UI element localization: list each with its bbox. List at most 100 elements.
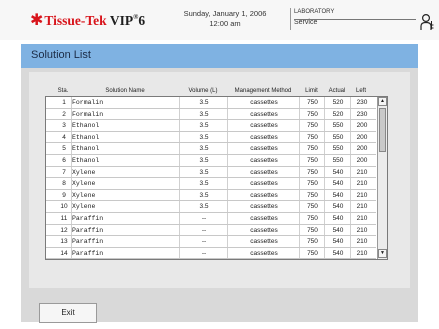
cell-management-method: cassettes — [250, 157, 278, 164]
cell-left: 200 — [356, 157, 368, 164]
cell-station: 1 — [62, 99, 66, 106]
cell-management-method: cassettes — [250, 249, 278, 257]
cell-station: 14 — [60, 249, 68, 257]
arrow-down-icon[interactable]: ▼ — [378, 249, 387, 258]
table-row[interactable]: 4 Ethanol 3.5 cassettes 750 550 200 — [46, 132, 376, 144]
datetime: Sunday, January 1, 2006 12:00 am — [170, 9, 280, 29]
cell-volume: -- — [201, 249, 207, 257]
cell-left: 210 — [356, 203, 368, 211]
cell-limit: 750 — [307, 191, 318, 199]
cell-actual: 550 — [332, 122, 344, 130]
table-row[interactable]: 8 Xylene 3.5 cassettes 750 540 210 — [46, 178, 376, 190]
cell-actual: 550 — [332, 157, 344, 164]
cell-limit: 750 — [307, 203, 318, 211]
cell-volume: -- — [201, 238, 207, 246]
cell-volume: 3.5 — [199, 191, 209, 199]
table-body[interactable]: 1 Formalin 3.5 cassettes 750 520 230 2 Formalin 3… — [45, 96, 388, 260]
location-text: LABORATORY — [294, 9, 335, 15]
table-row[interactable]: 5 Ethanol 3.5 cassettes 750 550 200 — [46, 143, 376, 155]
cell-actual: 540 — [332, 226, 344, 234]
header-underline — [294, 19, 416, 20]
cell-station: 6 — [62, 157, 66, 164]
table-row[interactable]: 14 Paraffin -- cassettes 750 540 210 — [46, 248, 376, 260]
cell-volume: 3.5 — [199, 168, 209, 176]
table-row[interactable]: 3 Ethanol 3.5 cassettes 750 550 200 — [46, 120, 376, 132]
cell-station: 10 — [60, 203, 68, 211]
logo: ✱ Tissue-Tek VIP®6 — [30, 13, 145, 29]
cell-left: 210 — [356, 226, 368, 234]
cell-station: 5 — [62, 145, 66, 153]
cell-left: 210 — [356, 191, 368, 199]
table-row[interactable]: 1 Formalin 3.5 cassettes 750 520 230 — [46, 97, 376, 109]
table-row[interactable]: 12 Paraffin -- cassettes 750 540 210 — [46, 225, 376, 237]
cell-left: 210 — [356, 168, 368, 176]
cell-solution-name: Ethanol — [72, 133, 100, 141]
table-row[interactable]: 6 Ethanol 3.5 cassettes 750 550 200 — [46, 155, 376, 167]
logo-model: VIP — [109, 13, 134, 28]
cell-solution-name: Ethanol — [72, 157, 100, 164]
header-divider — [290, 8, 291, 30]
cell-limit: 750 — [307, 180, 318, 188]
cell-actual: 520 — [332, 110, 344, 118]
cell-left: 200 — [356, 133, 368, 141]
cell-volume: 3.5 — [199, 180, 209, 188]
cell-management-method: cassettes — [250, 110, 278, 118]
table-row[interactable]: 9 Xylene 3.5 cassettes 750 540 210 — [46, 190, 376, 202]
cell-actual: 520 — [332, 99, 344, 106]
cell-volume: 3.5 — [199, 157, 209, 164]
cell-actual: 540 — [332, 168, 344, 176]
header-management-method: Management Method — [234, 88, 292, 94]
cell-left: 210 — [356, 238, 368, 246]
star-icon: ✱ — [30, 12, 44, 29]
scrollbar-thumb[interactable] — [379, 108, 386, 152]
cell-left: 230 — [356, 110, 368, 118]
logo-brand: Tissue-Tek — [44, 13, 107, 28]
cell-volume: 3.5 — [199, 110, 209, 118]
date-text: Sunday, January 1, 2006 — [183, 9, 267, 18]
logo-text: Tissue-Tek VIP®6 — [44, 13, 145, 29]
cell-station: 4 — [62, 133, 66, 141]
cell-management-method: cassettes — [250, 191, 278, 199]
cell-volume: 3.5 — [199, 145, 209, 153]
time-text: 12:00 am — [209, 19, 241, 28]
exit-button[interactable]: Exit — [39, 303, 97, 323]
arrow-up-icon[interactable]: ▲ — [378, 97, 387, 106]
cell-actual: 540 — [332, 215, 344, 222]
cell-management-method: cassettes — [250, 99, 278, 106]
cell-management-method: cassettes — [250, 180, 278, 188]
cell-volume: 3.5 — [199, 99, 209, 106]
cell-station: 2 — [62, 110, 66, 118]
cell-limit: 750 — [307, 238, 318, 246]
cell-volume: 3.5 — [199, 133, 209, 141]
header-solution-name: Solution Name — [105, 88, 145, 94]
cell-limit: 750 — [307, 99, 318, 106]
cell-management-method: cassettes — [250, 203, 278, 211]
cell-solution-name: Formalin — [72, 110, 104, 118]
solution-table: Sta. Solution Name Volume (L) Management… — [45, 87, 388, 263]
user-key-icon[interactable] — [420, 13, 434, 31]
page-title: Solution List — [31, 49, 91, 61]
cell-solution-name: Paraffin — [72, 215, 104, 222]
cell-solution-name: Xylene — [72, 180, 96, 188]
cell-left: 230 — [356, 99, 368, 106]
cell-solution-name: Paraffin — [72, 226, 104, 234]
cell-limit: 750 — [307, 122, 318, 130]
cell-left: 200 — [356, 145, 368, 153]
header-volume: Volume (L) — [188, 88, 218, 94]
table-row[interactable]: 7 Xylene 3.5 cassettes 750 540 210 — [46, 167, 376, 179]
table-row[interactable]: 2 Formalin 3.5 cassettes 750 520 230 — [46, 109, 376, 121]
header-actual: Actual — [328, 88, 346, 94]
cell-management-method: cassettes — [250, 122, 278, 130]
table-row[interactable]: 10 Xylene 3.5 cassettes 750 540 210 — [46, 201, 376, 213]
table-row[interactable]: 13 Paraffin -- cassettes 750 540 210 — [46, 236, 376, 248]
cell-management-method: cassettes — [250, 226, 278, 234]
cell-limit: 750 — [307, 249, 318, 257]
cell-actual: 540 — [332, 249, 344, 257]
cell-volume: 3.5 — [199, 122, 209, 130]
cell-limit: 750 — [307, 145, 318, 153]
cell-station: 12 — [60, 226, 68, 234]
vertical-scrollbar[interactable]: ▲ ▼ — [377, 97, 387, 259]
table-row[interactable]: 11 Paraffin -- cassettes 750 540 210 — [46, 213, 376, 225]
cell-solution-name: Xylene — [72, 203, 96, 211]
location-info: LABORATORY Service — [294, 9, 334, 26]
